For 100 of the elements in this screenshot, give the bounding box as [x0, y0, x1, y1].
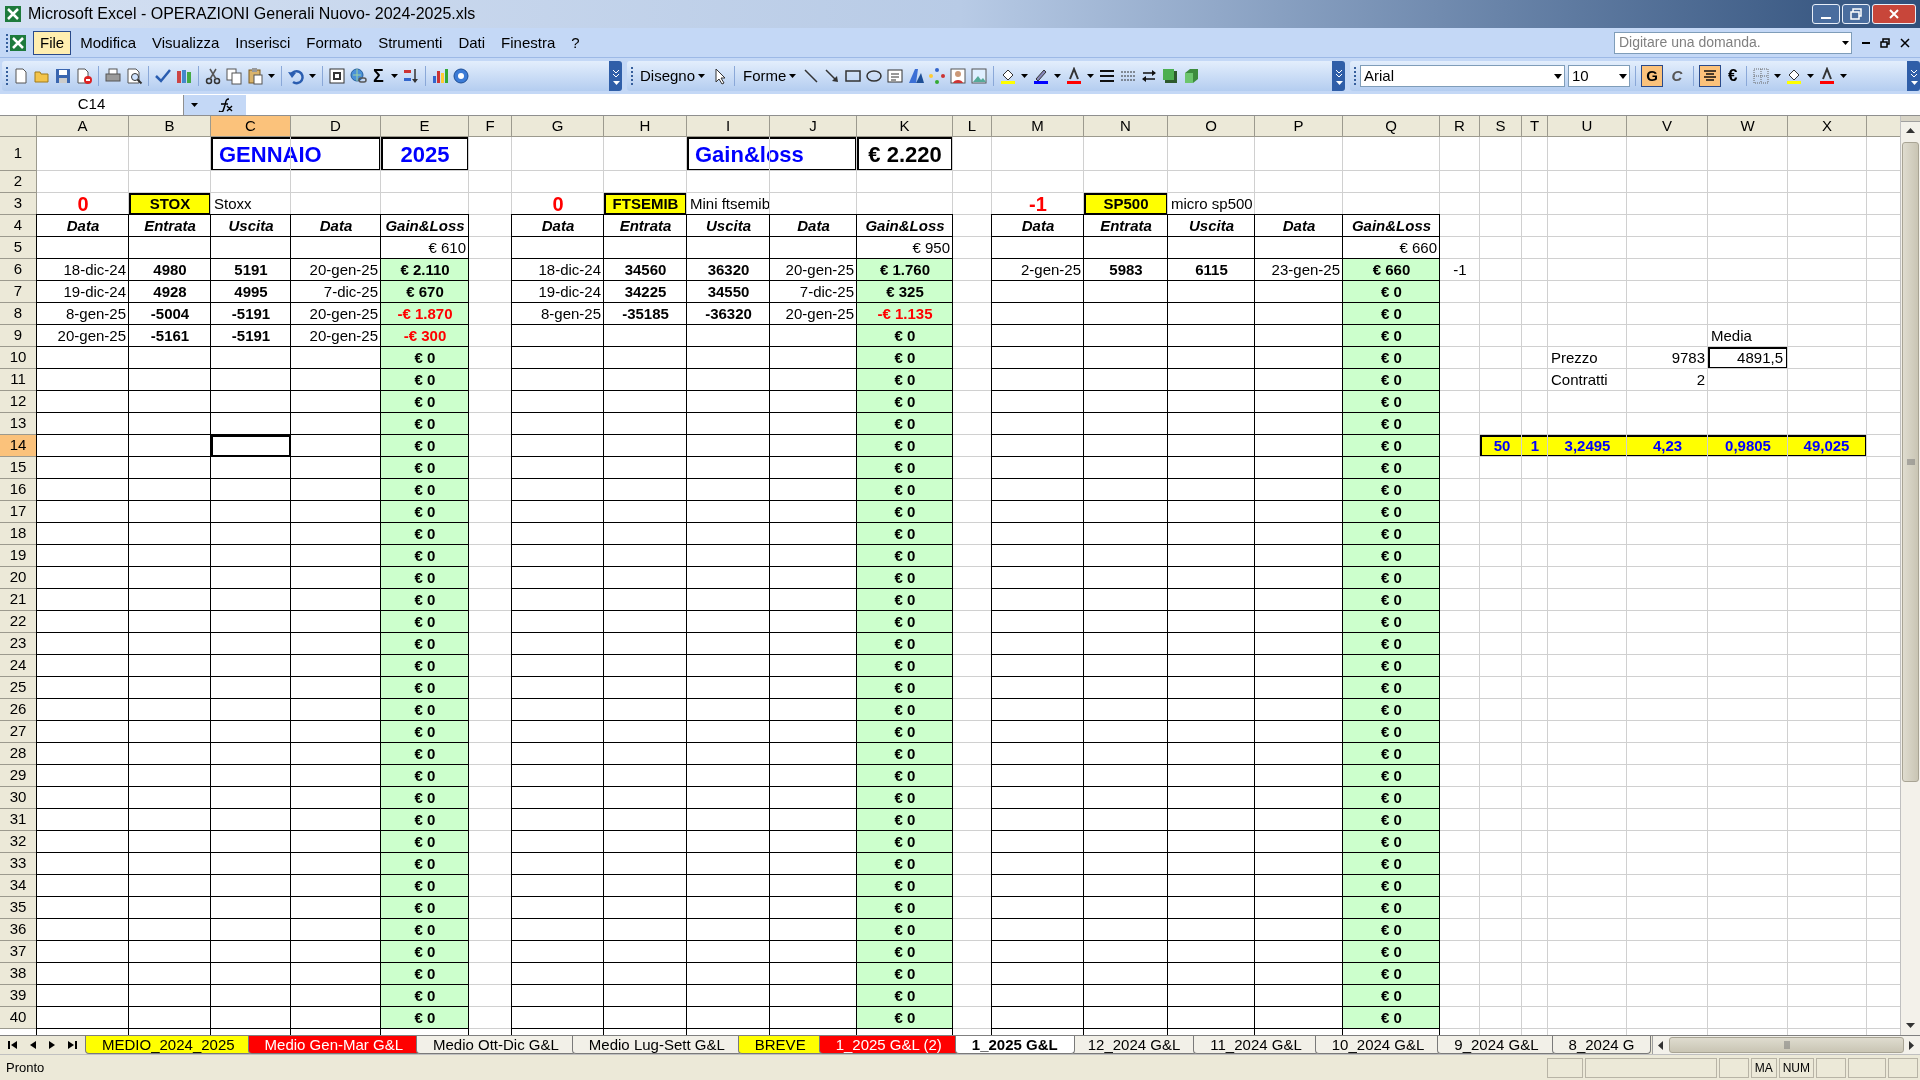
sheet-cell[interactable]: € 0 — [381, 545, 469, 567]
menu-item[interactable]: Inserisci — [228, 30, 298, 55]
sheet-cell[interactable]: 4,23 — [1627, 435, 1708, 457]
sheet-cell[interactable]: € 0 — [857, 347, 953, 369]
fill-color-icon[interactable] — [999, 67, 1018, 85]
row-header[interactable]: 14 — [0, 435, 37, 457]
sheet-cell[interactable]: € 0 — [857, 809, 953, 831]
row-header[interactable]: 23 — [0, 633, 37, 655]
sheet-cell[interactable]: € 0 — [381, 1007, 469, 1029]
sheet-cell[interactable]: 20-gen-25 — [291, 259, 381, 281]
sheet-cell[interactable]: 0 — [37, 193, 129, 215]
font-color-icon[interactable] — [1065, 67, 1084, 85]
sheet-cell[interactable]: € 0 — [1343, 325, 1440, 347]
first-sheet-icon[interactable] — [7, 1040, 18, 1050]
scroll-thumb[interactable] — [1902, 142, 1919, 782]
sheet-cell[interactable]: 5191 — [211, 259, 291, 281]
sheet-cell[interactable]: € 0 — [381, 853, 469, 875]
sheet-cell[interactable]: -1 — [1440, 259, 1480, 281]
sheet-cell[interactable]: 5983 — [1084, 259, 1168, 281]
row-header[interactable]: 34 — [0, 875, 37, 897]
caret-icon[interactable] — [1053, 72, 1063, 80]
document-icon[interactable] — [75, 67, 93, 85]
sheet-cell[interactable]: € 0 — [381, 435, 469, 457]
menu-item[interactable]: Finestra — [494, 30, 563, 55]
row-header[interactable]: 35 — [0, 897, 37, 919]
row-header[interactable]: 27 — [0, 721, 37, 743]
minimize-icon[interactable] — [1862, 41, 1870, 44]
sheet-cell[interactable]: € 0 — [857, 765, 953, 787]
sheet-cell[interactable]: € 0 — [1343, 963, 1440, 985]
image-icon[interactable] — [970, 67, 989, 85]
line-style-icon[interactable] — [1098, 67, 1117, 85]
sheet-cell[interactable]: -35185 — [604, 303, 687, 325]
sheet-cell[interactable]: -5004 — [129, 303, 211, 325]
column-header[interactable]: A — [37, 116, 129, 137]
column-header[interactable]: E — [381, 116, 469, 137]
wordart-icon[interactable] — [907, 67, 926, 85]
column-header[interactable]: K — [857, 116, 953, 137]
sheet-cell[interactable]: 2-gen-25 — [992, 259, 1084, 281]
sheet-cell[interactable]: 20-gen-25 — [291, 303, 381, 325]
column-header[interactable]: C — [211, 116, 291, 137]
split-box-handle[interactable] — [1901, 116, 1920, 122]
caret-icon[interactable] — [1841, 38, 1851, 47]
excel-document-icon[interactable] — [9, 33, 27, 52]
sheet-cell[interactable]: € 2.110 — [381, 259, 469, 281]
row-header[interactable]: 12 — [0, 391, 37, 413]
row-header[interactable]: 3 — [0, 193, 37, 215]
sheet-cell[interactable]: € 0 — [857, 325, 953, 347]
sum-button[interactable]: Σ — [370, 62, 387, 90]
row-header[interactable]: 39 — [0, 985, 37, 1007]
sheet-cell[interactable]: SP500 — [1084, 193, 1168, 215]
column-header[interactable]: O — [1168, 116, 1255, 137]
sheet-cell[interactable]: Gain&Loss — [1343, 215, 1440, 237]
sheet-cell[interactable]: € 0 — [1343, 919, 1440, 941]
sheet-cell[interactable]: € 0 — [1343, 435, 1440, 457]
column-header[interactable]: R — [1440, 116, 1480, 137]
menu-item[interactable]: Visualizza — [145, 30, 227, 55]
close-icon[interactable] — [1900, 37, 1910, 48]
row-header[interactable]: 19 — [0, 545, 37, 567]
row-header[interactable]: 4 — [0, 215, 37, 237]
toolbar-grip-icon[interactable] — [629, 66, 634, 86]
sheet-cell[interactable]: 0,9805 — [1708, 435, 1788, 457]
last-sheet-icon[interactable] — [67, 1040, 78, 1050]
row-header[interactable]: 8 — [0, 303, 37, 325]
sheet-cell[interactable]: Mini ftsemib — [687, 193, 770, 215]
clipboard-icon[interactable] — [246, 67, 264, 85]
sheet-cell[interactable]: € 0 — [1343, 1007, 1440, 1029]
sheet-cell[interactable]: € 0 — [1343, 303, 1440, 325]
column-header[interactable]: Q — [1343, 116, 1440, 137]
sheet-cell[interactable]: € 0 — [381, 347, 469, 369]
sheet-cell[interactable]: 18-dic-24 — [37, 259, 129, 281]
sheet-cell[interactable]: Data — [512, 215, 604, 237]
sheet-cell[interactable]: Data — [37, 215, 129, 237]
sheet-cell[interactable]: € 0 — [1343, 765, 1440, 787]
close-button[interactable] — [1872, 4, 1916, 24]
sheet-cell[interactable]: 19-dic-24 — [512, 281, 604, 303]
menu-item[interactable]: File — [33, 30, 72, 55]
menu-item[interactable]: Strumenti — [371, 30, 450, 55]
globe-icon[interactable] — [349, 67, 367, 85]
sheet-cell[interactable]: 20-gen-25 — [770, 303, 857, 325]
sheet-cell[interactable]: 49,025 — [1788, 435, 1867, 457]
sheet-cell[interactable]: 36320 — [687, 259, 770, 281]
clipart-icon[interactable] — [949, 67, 968, 85]
chart-icon[interactable] — [430, 67, 449, 85]
sheet-cell[interactable]: € 0 — [857, 897, 953, 919]
menu-item[interactable]: Formato — [299, 30, 370, 55]
sheet-cell[interactable]: € 0 — [381, 919, 469, 941]
sheet-cell[interactable]: 0 — [512, 193, 604, 215]
sheet-cell[interactable]: € 0 — [381, 611, 469, 633]
sheet-cell[interactable]: 20-gen-25 — [770, 259, 857, 281]
euro-button[interactable]: € — [1724, 63, 1742, 89]
font-name-field[interactable]: Arial — [1360, 65, 1565, 87]
sheet-cell[interactable]: 2 — [1627, 369, 1708, 391]
sheet-cell[interactable]: € 0 — [857, 413, 953, 435]
new-document-icon[interactable] — [12, 67, 30, 85]
printer-icon[interactable] — [104, 67, 122, 85]
sheet-cell[interactable]: -€ 300 — [381, 325, 469, 347]
sheet-cell[interactable]: 4928 — [129, 281, 211, 303]
sheet-cell[interactable]: STOX — [129, 193, 211, 215]
scissors-icon[interactable] — [204, 67, 222, 85]
caret-icon[interactable] — [1839, 72, 1849, 80]
